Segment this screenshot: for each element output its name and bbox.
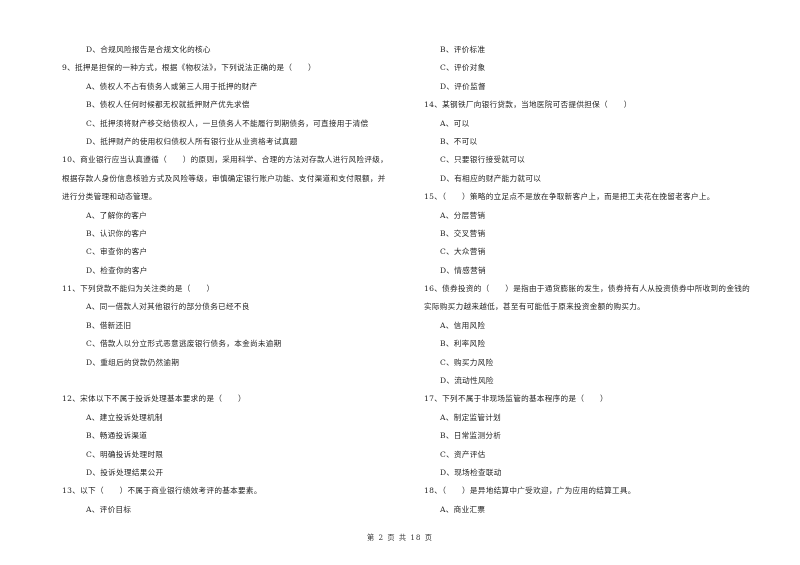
- answer-option: D、评价监督: [440, 81, 486, 91]
- question-text: 进行分类管理和动态管理。: [62, 192, 157, 202]
- question-text: 17、下列不属于非现场监管的基本程序的是（ ）: [424, 394, 608, 404]
- answer-option: C、明确投诉处理时限: [86, 449, 164, 459]
- answer-option: D、投诉处理结果公开: [86, 467, 164, 477]
- answer-option: D、合规风险报告是合规文化的核心: [86, 45, 211, 54]
- answer-option: C、购买力风险: [440, 357, 494, 367]
- right-column: B、评价标准 C、评价对象 D、评价监督 14、某钢铁厂向银行贷款，当地医院可否提供担…: [424, 43, 774, 521]
- answer-option: C、审查你的客户: [86, 247, 148, 257]
- answer-option: A、分层营销: [440, 210, 486, 220]
- question-text: 18、（ ）是异地结算中广受欢迎，广为应用的结算工具。: [424, 486, 636, 496]
- question-text: 9、抵押是担保的一种方式，根据《物权法》，下列说法正确的是（ ）: [62, 63, 316, 73]
- answer-option: C、大众营销: [440, 247, 486, 257]
- page-number: 第 2 页 共 18 页: [367, 533, 433, 542]
- answer-option: B、不可以: [440, 136, 478, 146]
- answer-option: D、重组后的贷款仍然逾期: [86, 357, 180, 367]
- answer-option: C、抵押须将财产移交给债权人，一旦债务人不能履行到期债务，可直接用于清偿: [86, 118, 369, 128]
- answer-option: A、信用风险: [440, 320, 486, 330]
- answer-option: C、资产评估: [440, 449, 486, 459]
- answer-option: B、日常监测分析: [440, 431, 502, 441]
- answer-option: B、交叉营销: [440, 228, 486, 238]
- question-text: 16、债券投资的（ ）是指由于通货膨胀的发生，债券持有人从投资债券中所收到的金钱…: [424, 284, 751, 294]
- question-text: 11、下列贷款不能归为关注类的是（ ）: [62, 284, 215, 294]
- answer-option: D、现场检查联动: [440, 467, 502, 477]
- answer-option: D、检查你的客户: [86, 265, 148, 275]
- question-text: 15、（ ）策略的立足点不是放在争取新客户上，而是把工夫花在挽留老客户上。: [424, 192, 715, 202]
- answer-option: A、同一借款人对其他银行的部分债务已经不良: [86, 302, 250, 312]
- answer-option: B、利率风险: [440, 339, 486, 349]
- question-text: 12、宋体以下不属于投诉处理基本要求的是（ ）: [62, 394, 246, 404]
- answer-option: B、评价标准: [440, 45, 486, 54]
- answer-option: A、了解你的客户: [86, 210, 148, 220]
- answer-option: B、畅通投诉渠道: [86, 431, 148, 441]
- answer-option: C、借款人以分立形式恶意逃废银行债务，本金尚未逾期: [86, 339, 282, 349]
- answer-option: B、借新还旧: [86, 320, 132, 330]
- answer-option: C、评价对象: [440, 63, 486, 73]
- question-text: 根据存款人身份信息核验方式及风险等级，审慎确定银行账户功能、支付渠道和支付限额，…: [62, 173, 386, 183]
- answer-option: A、评价目标: [86, 504, 132, 514]
- answer-option: D、情感营销: [440, 265, 486, 275]
- question-text: 10、商业银行应当认真遵循（ ）的原则，采用科学、合理的方法对存款人进行风险评级…: [62, 155, 389, 165]
- answer-option: A、可以: [440, 118, 470, 128]
- answer-option: A、商业汇票: [440, 504, 486, 514]
- left-column: D、合规风险报告是合规文化的核心 9、抵押是担保的一种方式，根据《物权法》，下列说…: [62, 43, 412, 521]
- question-text: 13、以下（ ）不属于商业银行绩效考评的基本要素。: [62, 486, 262, 496]
- answer-option: A、制定监管计划: [440, 412, 502, 422]
- answer-option: D、有相应的财产能力就可以: [440, 173, 542, 183]
- answer-option: A、建立投诉处理机制: [86, 412, 163, 422]
- answer-option: D、流动性风险: [440, 376, 494, 386]
- answer-option: B、债权人任何时候都无权就抵押财产优先求偿: [86, 100, 250, 110]
- answer-option: A、债权人不占有债务人或第三人用于抵押的财产: [86, 81, 258, 91]
- answer-option: C、只要银行接受就可以: [440, 155, 526, 165]
- answer-option: D、抵押财产的使用权归债权人所有银行业从业资格考试真题: [86, 136, 298, 146]
- question-text: 实际购买力越来越低，甚至有可能低于原来投资金额的购买力。: [424, 302, 646, 312]
- answer-option: B、认识你的客户: [86, 228, 148, 238]
- question-text: 14、某钢铁厂向银行贷款，当地医院可否提供担保（ ）: [424, 100, 632, 110]
